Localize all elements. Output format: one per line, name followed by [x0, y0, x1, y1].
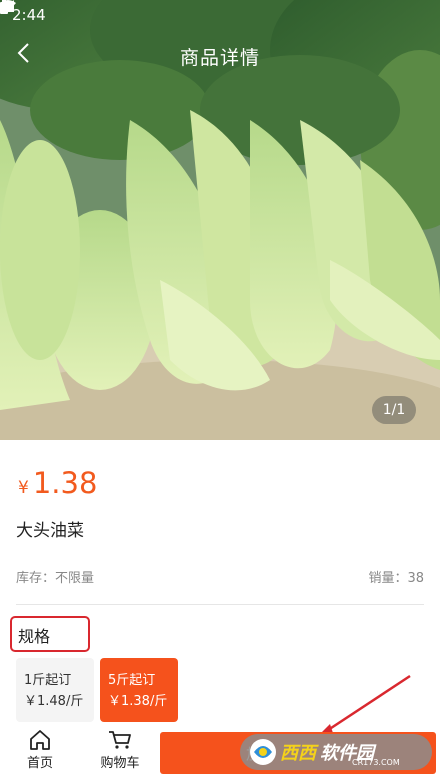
spec-title: 规格: [10, 616, 90, 652]
tab-home[interactable]: 首页: [10, 730, 70, 776]
sales-label: 销量：38: [368, 571, 424, 586]
tab-cart-label: 购物车: [100, 756, 140, 771]
nav-bar: 商品详情: [0, 34, 440, 78]
spec-option-price: ￥1.38/斤: [108, 694, 168, 709]
spec-option-min: 5斤起订: [108, 673, 156, 688]
status-time: 2:44: [12, 6, 46, 24]
watermark-brand-a: 西西: [280, 743, 316, 764]
tab-home-label: 首页: [26, 756, 53, 771]
spec-option-5jin[interactable]: 5斤起订 ￥1.38/斤: [100, 658, 178, 722]
spec-option-1jin[interactable]: 1斤起订 ￥1.48/斤: [16, 658, 94, 722]
product-price: ¥ 1.38: [18, 466, 97, 500]
spec-option-price: ￥1.48/斤: [24, 694, 84, 709]
watermark: 西西 软件园 CR173.COM: [240, 734, 432, 770]
product-image[interactable]: 2:44 商品详情 1/1: [0, 0, 440, 440]
tab-cart[interactable]: 购物车: [90, 730, 150, 776]
stock-label: 库存：不限量: [16, 571, 95, 586]
status-bar: 2:44: [0, 0, 440, 30]
image-counter: 1/1: [372, 396, 416, 424]
divider: [16, 604, 424, 605]
battery-icon: [0, 0, 8, 14]
page-title: 商品详情: [179, 46, 260, 69]
currency-symbol: ¥: [18, 478, 29, 498]
watermark-logo-icon: [250, 739, 276, 765]
back-button[interactable]: [16, 42, 44, 70]
spec-option-min: 1斤起订: [24, 673, 72, 688]
chevron-left-icon: [17, 43, 29, 63]
home-icon: [30, 730, 50, 750]
product-name: 大头油菜: [16, 521, 84, 541]
watermark-domain: CR173.COM: [352, 758, 400, 767]
cart-icon: [109, 731, 131, 749]
price-value: 1.38: [32, 466, 98, 500]
